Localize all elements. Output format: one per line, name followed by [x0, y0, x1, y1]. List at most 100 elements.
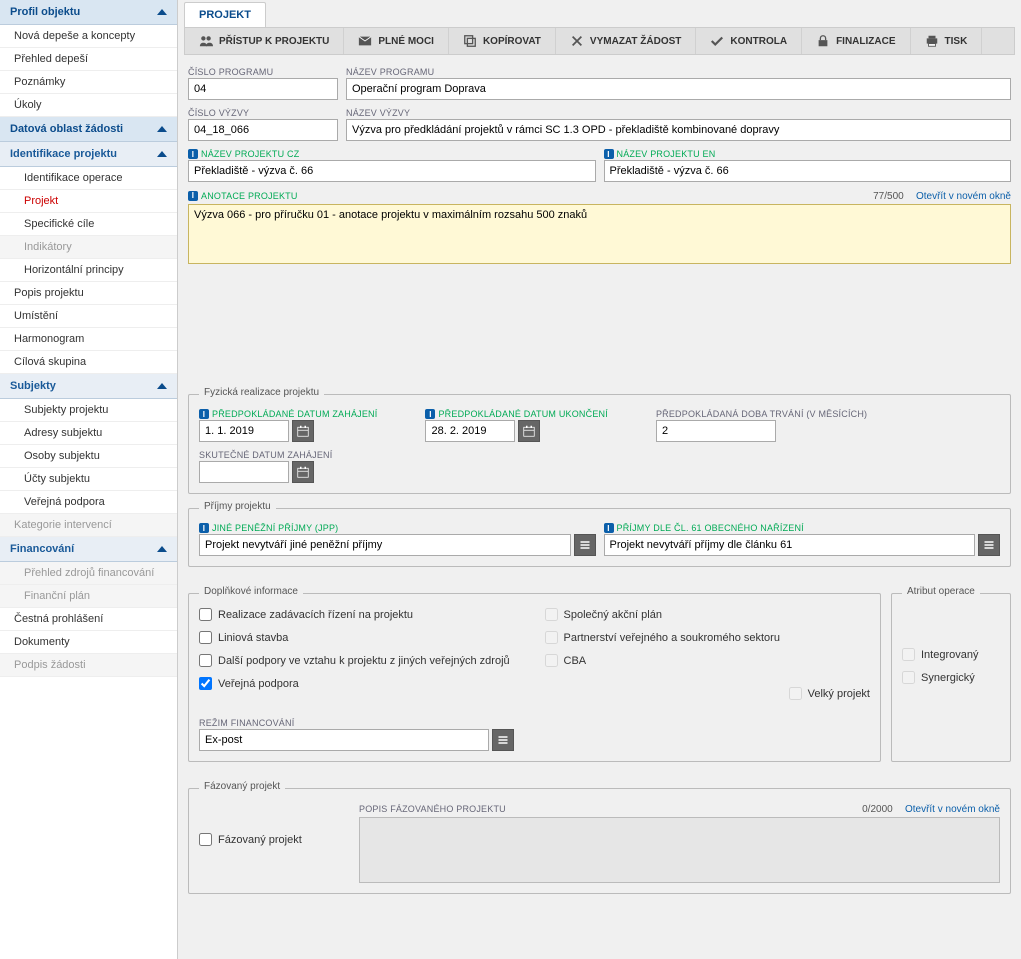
fieldset-atribut: Atribut operace Integrovaný Synergický — [891, 593, 1011, 762]
list-button[interactable] — [978, 534, 1000, 556]
label-cislo-vyzvy: ČÍSLO VÝZVY — [188, 108, 338, 118]
toolbar-label: KOPÍROVAT — [483, 36, 541, 47]
sidebar-item-umisteni[interactable]: Umístění — [0, 305, 177, 328]
info-icon: i — [425, 409, 435, 419]
input-rezim[interactable] — [199, 729, 489, 751]
sidebar-subsection-financovani[interactable]: Financování — [0, 537, 177, 562]
sidebar-section-label: Datová oblast žádosti — [10, 123, 123, 135]
input-dat-ukonceni[interactable] — [425, 420, 515, 442]
toolbar-label: PŘÍSTUP K PROJEKTU — [219, 36, 329, 47]
input-nazev-proj-cz[interactable] — [188, 160, 596, 182]
sidebar-item-osoby-subjektu[interactable]: Osoby subjektu — [0, 445, 177, 468]
checkbox-realizace[interactable] — [199, 608, 212, 621]
checkbox-label: Velký projekt — [808, 688, 870, 700]
label-skut-zahajeni: SKUTEČNÉ DATUM ZAHÁJENÍ — [199, 450, 332, 460]
input-skut-zahajeni[interactable] — [199, 461, 289, 483]
calendar-button[interactable] — [518, 420, 540, 442]
toolbar-kopirovat[interactable]: KOPÍROVAT — [449, 28, 556, 54]
sidebar-item-popis-projektu[interactable]: Popis projektu — [0, 282, 177, 305]
open-new-window-link[interactable]: Otevřít v novém okně — [905, 804, 1000, 815]
sidebar-item-cestna-prohlaseni[interactable]: Čestná prohlášení — [0, 608, 177, 631]
sidebar-item-adresy-subjektu[interactable]: Adresy subjektu — [0, 422, 177, 445]
toolbar-tisk[interactable]: TISK — [911, 28, 983, 54]
label-dat-ukonceni: iPŘEDPOKLÁDANÉ DATUM UKONČENÍ — [425, 409, 607, 419]
checkbox-label: Partnerství veřejného a soukromého sekto… — [564, 632, 780, 644]
sidebar-item-identifikace-operace[interactable]: Identifikace operace — [0, 167, 177, 190]
sidebar-item-nova-depese[interactable]: Nová depeše a koncepty — [0, 25, 177, 48]
info-icon: i — [199, 523, 209, 533]
input-nazev-vyzvy[interactable] — [346, 119, 1011, 141]
checkbox-liniova[interactable] — [199, 631, 212, 644]
label-anotace: iANOTACE PROJEKTU — [188, 191, 298, 201]
fieldset-fyzicka-realizace: Fyzická realizace projektu iPŘEDPOKLÁDAN… — [188, 394, 1011, 494]
people-icon — [199, 34, 213, 48]
sidebar-item-ucty-subjektu[interactable]: Účty subjektu — [0, 468, 177, 491]
input-prijmy61[interactable] — [604, 534, 976, 556]
sidebar-item-dokumenty[interactable]: Dokumenty — [0, 631, 177, 654]
sidebar-item-prehled-zdroju[interactable]: Přehled zdrojů financování — [0, 562, 177, 585]
label-jpp: iJINÉ PENĚŽNÍ PŘÍJMY (JPP) — [199, 523, 596, 533]
calendar-button[interactable] — [292, 461, 314, 483]
sidebar-item-indikatory[interactable]: Indikátory — [0, 236, 177, 259]
checkbox-label: CBA — [564, 655, 587, 667]
sidebar-item-horizontalni-principy[interactable]: Horizontální principy — [0, 259, 177, 282]
fieldset-doplnkove: Doplňkové informace Realizace zadávacích… — [188, 593, 881, 762]
sidebar-item-specificke-cile[interactable]: Specifické cíle — [0, 213, 177, 236]
toolbar-kontrola[interactable]: KONTROLA — [696, 28, 802, 54]
sidebar-section-profile[interactable]: Profil objektu — [0, 0, 177, 25]
sidebar-subsection-identifikace[interactable]: Identifikace projektu — [0, 142, 177, 167]
input-dat-zahajeni[interactable] — [199, 420, 289, 442]
sidebar-item-harmonogram[interactable]: Harmonogram — [0, 328, 177, 351]
checkbox-partnerstvi — [545, 631, 558, 644]
calendar-button[interactable] — [292, 420, 314, 442]
envelope-icon — [358, 34, 372, 48]
label-nazev-proj-en: iNÁZEV PROJEKTU EN — [604, 149, 1012, 159]
list-button[interactable] — [492, 729, 514, 751]
tab-projekt[interactable]: PROJEKT — [184, 2, 266, 27]
checkbox-fazovany[interactable] — [199, 833, 212, 846]
input-doba[interactable] — [656, 420, 776, 442]
info-icon: i — [604, 149, 614, 159]
list-button[interactable] — [574, 534, 596, 556]
input-cislo-programu[interactable] — [188, 78, 338, 100]
input-cislo-vyzvy[interactable] — [188, 119, 338, 141]
checkbox-label: Fázovaný projekt — [218, 834, 302, 846]
checkbox-verejna-podpora[interactable] — [199, 677, 212, 690]
sidebar-section-data[interactable]: Datová oblast žádosti — [0, 117, 177, 142]
checkbox-dalsi-podpory[interactable] — [199, 654, 212, 667]
checkbox-integrovany — [902, 648, 915, 661]
label-nazev-vyzvy: NÁZEV VÝZVY — [346, 108, 1011, 118]
sidebar-section-label: Subjekty — [10, 380, 56, 392]
sidebar-item-kategorie-intervenci[interactable]: Kategorie intervencí — [0, 514, 177, 537]
info-icon: i — [199, 409, 209, 419]
toolbar-pristup[interactable]: PŘÍSTUP K PROJEKTU — [185, 28, 344, 54]
legend-fazovany: Fázovaný projekt — [199, 781, 285, 792]
textarea-anotace[interactable] — [188, 204, 1011, 264]
toolbar-vymazat[interactable]: VYMAZAT ŽÁDOST — [556, 28, 696, 54]
open-new-window-link[interactable]: Otevřít v novém okně — [916, 191, 1011, 202]
sidebar-item-projekt[interactable]: Projekt — [0, 190, 177, 213]
textarea-popis-faz[interactable] — [359, 817, 1000, 883]
toolbar-plne-moci[interactable]: PLNÉ MOCI — [344, 28, 449, 54]
label-doba: PŘEDPOKLÁDANÁ DOBA TRVÁNÍ (V MĚSÍCÍCH) — [656, 409, 867, 419]
sidebar-item-poznamky[interactable]: Poznámky — [0, 71, 177, 94]
sidebar: Profil objektu Nová depeše a koncepty Př… — [0, 0, 178, 959]
checkbox-cba — [545, 654, 558, 667]
toolbar-finalizace[interactable]: FINALIZACE — [802, 28, 910, 54]
sidebar-item-cilova-skupina[interactable]: Cílová skupina — [0, 351, 177, 374]
toolbar-label: KONTROLA — [730, 36, 787, 47]
input-nazev-proj-en[interactable] — [604, 160, 1012, 182]
sidebar-section-label: Profil objektu — [10, 6, 80, 18]
print-icon — [925, 34, 939, 48]
input-nazev-programu[interactable] — [346, 78, 1011, 100]
sidebar-item-financni-plan[interactable]: Finanční plán — [0, 585, 177, 608]
input-jpp[interactable] — [199, 534, 571, 556]
sidebar-item-verejna-podpora[interactable]: Veřejná podpora — [0, 491, 177, 514]
sidebar-item-podpis-zadosti[interactable]: Podpis žádosti — [0, 654, 177, 677]
sidebar-item-subjekty-projektu[interactable]: Subjekty projektu — [0, 399, 177, 422]
sidebar-subsection-subjekty[interactable]: Subjekty — [0, 374, 177, 399]
sidebar-item-prehled-depesi[interactable]: Přehled depeší — [0, 48, 177, 71]
sidebar-item-ukoly[interactable]: Úkoly — [0, 94, 177, 117]
legend-atribut: Atribut operace — [902, 586, 980, 597]
checkbox-label: Další podpory ve vztahu k projektu z jin… — [218, 655, 510, 667]
